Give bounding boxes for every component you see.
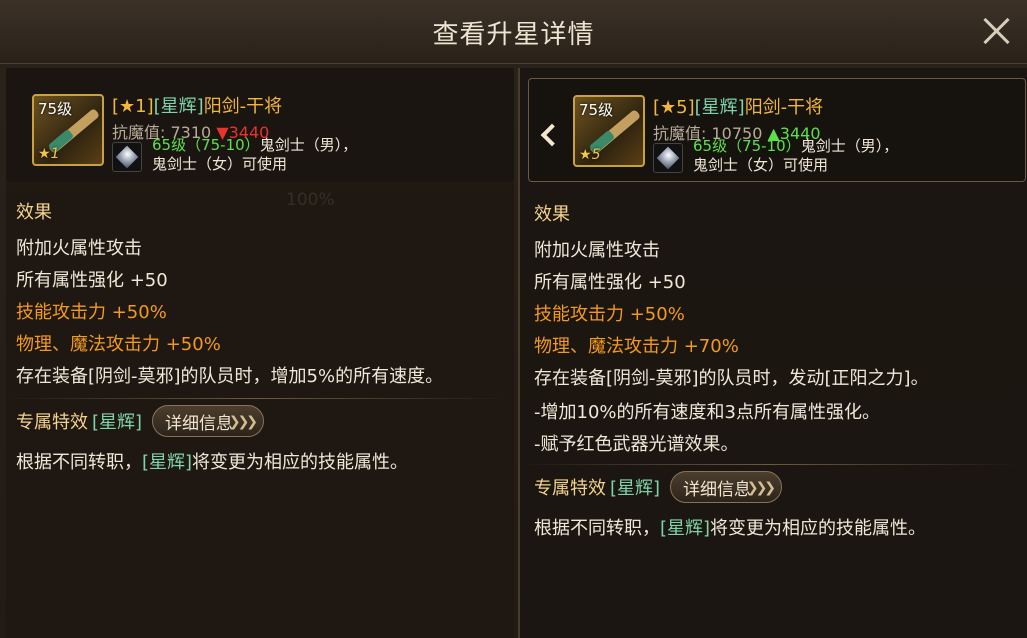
effect-line: 附加火属性攻击	[534, 240, 660, 261]
exclusive-effect-row: 专属特效 [星辉] 详细信息 ❯❯❯	[534, 471, 783, 503]
effect-line: 存在装备[阴剑-莫邪]的队员时，发动[正阳之力]。	[534, 368, 929, 389]
effect-line: -增加10%的所有速度和3点所有属性强化。	[534, 402, 880, 423]
background-text: 100%	[286, 190, 335, 210]
chevron-right-icon: ❯❯❯	[746, 480, 776, 496]
chevron-right-icon: ❯❯❯	[228, 414, 258, 430]
effect-line: 存在装备[阴剑-莫邪]的队员时，增加5%的所有速度。	[16, 366, 444, 387]
effects-title: 效果	[534, 204, 570, 225]
item-tag: [星辉]	[153, 96, 204, 117]
req-class-2: 鬼剑士（女）可使用	[693, 156, 829, 174]
effect-line: 所有属性强化 +50	[534, 272, 686, 293]
effect-line: -赋予红色武器光谱效果。	[534, 434, 739, 455]
close-icon[interactable]	[979, 14, 1013, 48]
star-icon: ★1	[38, 146, 60, 162]
weapon-icon[interactable]: 75级 ★5	[573, 95, 645, 167]
detail-info-button[interactable]: 详细信息 ❯❯❯	[152, 405, 265, 437]
exclusive-label: 专属特效	[534, 478, 606, 499]
effect-line: 物理、魔法攻击力 +50%	[16, 334, 221, 355]
exclusive-tag: [星辉]	[92, 412, 143, 433]
dialog-title: 查看升星详情	[432, 20, 595, 50]
effect-line: 附加火属性攻击	[16, 238, 142, 259]
exclusive-description: 根据不同转职，[星辉]将变更为相应的技能属性。	[16, 448, 408, 474]
requirement-text: 65级（75-10）鬼剑士（男）， 鬼剑士（女）可使用	[152, 136, 357, 174]
effect-line: 物理、魔法攻击力 +70%	[534, 336, 739, 357]
star-count: 5	[591, 147, 601, 163]
effect-line: 所有属性强化 +50	[16, 270, 168, 291]
title-bar: 查看升星详情	[0, 0, 1027, 64]
desc-tag: [星辉]	[660, 518, 711, 539]
item-grade: [★1]	[112, 96, 154, 117]
divider	[520, 464, 1020, 465]
item-tag: [星辉]	[694, 97, 745, 118]
detail-info-button[interactable]: 详细信息 ❯❯❯	[670, 471, 783, 503]
item-name-text: 阳剑-干将	[744, 97, 824, 118]
effect-line: 技能攻击力 +50%	[534, 304, 685, 325]
current-star-panel: 75级 ★1 [★1][星辉]阳剑-干将 抗魔值: 7310 ▼3440 65级…	[6, 68, 514, 638]
req-level: 65级（75-10）	[152, 136, 260, 154]
item-level-badge: 75级	[38, 100, 73, 118]
desc-prefix: 根据不同转职，	[534, 518, 660, 539]
req-class-1: 鬼剑士（男），	[259, 136, 358, 154]
req-class-2: 鬼剑士（女）可使用	[152, 155, 288, 173]
desc-prefix: 根据不同转职，	[16, 452, 142, 473]
gem-icon	[112, 142, 142, 172]
item-card: 75级 ★5 [★5][星辉]阳剑-干将 抗魔值: 10750 ▲3440 65…	[528, 78, 1026, 182]
item-card: 75级 ★1 [★1][星辉]阳剑-干将 抗魔值: 7310 ▼3440 65级…	[6, 68, 514, 182]
divider	[6, 398, 506, 399]
exclusive-label: 专属特效	[16, 412, 88, 433]
desc-tag: [星辉]	[142, 452, 193, 473]
weapon-icon[interactable]: 75级 ★1	[32, 94, 104, 166]
detail-info-label: 详细信息	[165, 413, 234, 434]
star-count: 1	[50, 146, 60, 162]
item-name: [★1][星辉]阳剑-干将	[112, 92, 282, 118]
effect-line: 技能攻击力 +50%	[16, 302, 167, 323]
exclusive-tag: [星辉]	[610, 478, 661, 499]
chevron-left-icon[interactable]	[541, 123, 557, 147]
star-icon: ★5	[579, 147, 601, 163]
item-name-text: 阳剑-干将	[203, 96, 283, 117]
item-grade: [★5]	[653, 97, 695, 118]
req-level: 65级（75-10）	[693, 137, 801, 155]
req-class-1: 鬼剑士（男），	[800, 137, 899, 155]
star-upgrade-dialog: 查看升星详情 75级 ★1 [★1][星辉]阳剑-干将 抗魔值: 7310 ▼3…	[0, 0, 1027, 638]
desc-suffix: 将变更为相应的技能属性。	[710, 518, 927, 539]
desc-suffix: 将变更为相应的技能属性。	[192, 452, 409, 473]
detail-info-label: 详细信息	[683, 479, 752, 500]
gem-icon	[653, 143, 683, 173]
next-star-panel: 75级 ★5 [★5][星辉]阳剑-干将 抗魔值: 10750 ▲3440 65…	[518, 68, 1027, 638]
effects-title: 效果	[16, 202, 52, 223]
exclusive-effect-row: 专属特效 [星辉] 详细信息 ❯❯❯	[16, 405, 265, 437]
requirement-text: 65级（75-10）鬼剑士（男）， 鬼剑士（女）可使用	[693, 137, 898, 175]
item-name: [★5][星辉]阳剑-干将	[653, 93, 823, 119]
item-level-badge: 75级	[579, 101, 614, 119]
exclusive-description: 根据不同转职，[星辉]将变更为相应的技能属性。	[534, 514, 926, 540]
